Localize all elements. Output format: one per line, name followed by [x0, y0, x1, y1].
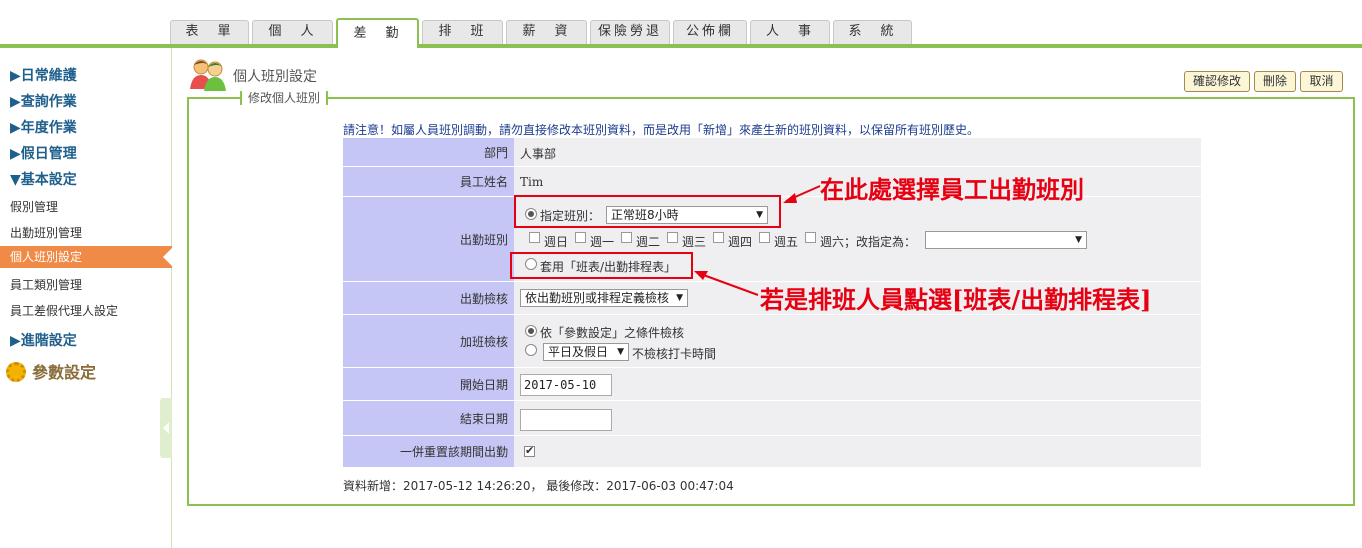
panel-legend: 修改個人班別: [240, 91, 329, 105]
overtime-skip-label: 不檢核打卡時間: [632, 347, 717, 361]
row-reset: 一併重置該期間出勤: [343, 436, 1201, 468]
reset-label: 一併重置該期間出勤: [343, 436, 514, 467]
dept-value: 人事部: [520, 147, 557, 161]
row-overtime: 加班檢核 依「參數設定」之條件檢核 平日及假日 ▼ 不檢核打卡時間: [343, 315, 1201, 368]
dropdown-arrow-icon: ▼: [1075, 235, 1082, 245]
name-value: Tim: [520, 175, 544, 189]
confirm-edit-button[interactable]: 確認修改: [1184, 71, 1250, 92]
row-dept: 部門 人事部: [343, 138, 1201, 167]
overtime-label: 加班檢核: [343, 315, 514, 367]
end-date-label: 結束日期: [343, 401, 514, 435]
start-date-label: 開始日期: [343, 368, 514, 400]
tab-scheduling[interactable]: 排 班: [422, 20, 503, 44]
tab-salary[interactable]: 薪 資: [506, 20, 587, 44]
tab-hr[interactable]: 人 事: [750, 20, 830, 44]
gear-icon: [6, 362, 26, 382]
dept-value-cell: 人事部: [514, 138, 1201, 166]
record-meta: 資料新增：2017-05-12 14:26:20， 最後修改：2017-06-0…: [343, 479, 734, 493]
end-date-cell: [514, 401, 1201, 435]
change-assign-label: ；改指定為：: [844, 235, 917, 249]
reset-value-cell: [514, 436, 1201, 467]
weekday-wed-label: 週三: [682, 235, 707, 249]
sidebar-item-advanced[interactable]: ▶進階設定: [10, 330, 77, 350]
notice-text: 請注意！如屬人員班別調動，請勿直接修改本班別資料，而是改用「新增」來產生新的班別…: [343, 123, 980, 137]
name-label: 員工姓名: [343, 167, 514, 196]
annotation-text-apply: 若是排班人員點選[班表/出勤排程表]: [760, 285, 1152, 314]
tab-form[interactable]: 表 單: [170, 20, 249, 44]
weekday-sat-checkbox[interactable]: [805, 232, 816, 243]
weekday-fri-checkbox[interactable]: [759, 232, 770, 243]
sidebar: ▶日常維護 ▶查詢作業 ▶年度作業 ▶假日管理 ▼基本設定 假別管理 出勤班別管…: [0, 48, 172, 548]
sidebar-item-holiday[interactable]: ▶假日管理: [10, 143, 77, 163]
params-label: 參數設定: [32, 363, 97, 382]
annotation-box-apply: [510, 252, 693, 279]
sidebar-item-leave-types[interactable]: 假別管理: [10, 198, 58, 215]
users-icon: [190, 59, 226, 91]
check-select[interactable]: 依出勤班別或排程定義檢核 ▼: [520, 289, 688, 307]
shift-label: 出勤班別: [343, 197, 514, 281]
tab-underline: [0, 44, 1362, 48]
cancel-button[interactable]: 取消: [1300, 71, 1343, 92]
weekday-mon-label: 週一: [590, 235, 615, 249]
overtime-days-select[interactable]: 平日及假日 ▼: [543, 343, 629, 361]
weekday-sun-checkbox[interactable]: [529, 232, 540, 243]
weekday-tue-checkbox[interactable]: [621, 232, 632, 243]
overtime-skip-radio[interactable]: [525, 344, 537, 356]
weekday-wed-checkbox[interactable]: [667, 232, 678, 243]
annotation-text-assign: 在此處選擇員工出勤班別: [820, 175, 1084, 204]
sidebar-item-params[interactable]: 參數設定: [6, 359, 96, 383]
overtime-value-cell: 依「參數設定」之條件檢核 平日及假日 ▼ 不檢核打卡時間: [514, 315, 1201, 367]
overtime-param-label: 依「參數設定」之條件檢核: [540, 326, 685, 340]
dept-label: 部門: [343, 138, 514, 166]
dropdown-arrow-icon: ▼: [676, 293, 683, 303]
row-end: 結束日期: [343, 401, 1201, 436]
overtime-param-radio[interactable]: [525, 325, 537, 337]
sidebar-item-employee-types[interactable]: 員工類別管理: [10, 276, 82, 293]
weekday-sat-label: 週六: [820, 235, 845, 249]
weekday-mon-checkbox[interactable]: [575, 232, 586, 243]
row-start: 開始日期 2017-05-10: [343, 368, 1201, 401]
weekday-thu-label: 週四: [728, 235, 753, 249]
check-label: 出勤檢核: [343, 282, 514, 314]
tab-system[interactable]: 系 統: [833, 20, 912, 44]
sidebar-item-shift-mgmt[interactable]: 出勤班別管理: [10, 224, 82, 241]
sidebar-item-personal-shift[interactable]: 個人班別設定: [0, 246, 172, 268]
weekday-thu-checkbox[interactable]: [713, 232, 724, 243]
tab-attendance[interactable]: 差 勤: [336, 18, 419, 48]
start-date-input[interactable]: 2017-05-10: [520, 374, 612, 396]
sidebar-item-query[interactable]: ▶查詢作業: [10, 91, 77, 111]
sidebar-collapse-handle[interactable]: [160, 398, 172, 458]
page-title: 個人班別設定: [233, 69, 317, 85]
dropdown-arrow-icon: ▼: [617, 347, 624, 357]
start-date-cell: 2017-05-10: [514, 368, 1201, 400]
tab-bulletin[interactable]: 公佈欄: [673, 20, 747, 44]
weekday-fri-label: 週五: [774, 235, 799, 249]
change-assign-select[interactable]: ▼: [925, 231, 1087, 249]
tab-insurance[interactable]: 保險勞退: [590, 20, 670, 44]
weekday-tue-label: 週二: [636, 235, 661, 249]
tab-personal[interactable]: 個 人: [252, 20, 333, 44]
sidebar-item-basic[interactable]: ▼基本設定: [10, 169, 77, 189]
top-tab-bar: 表 單 個 人 差 勤 排 班 薪 資 保險勞退 公佈欄 人 事 系 統: [0, 0, 1362, 48]
weekday-sun-label: 週日: [544, 235, 569, 249]
delete-button[interactable]: 刪除: [1254, 71, 1296, 92]
reset-checkbox[interactable]: [524, 444, 535, 457]
sidebar-item-annual[interactable]: ▶年度作業: [10, 117, 77, 137]
sidebar-item-daily[interactable]: ▶日常維護: [10, 65, 77, 85]
end-date-input[interactable]: [520, 409, 612, 431]
sidebar-item-proxy[interactable]: 員工差假代理人設定: [10, 302, 118, 319]
annotation-box-assign: [514, 195, 781, 228]
